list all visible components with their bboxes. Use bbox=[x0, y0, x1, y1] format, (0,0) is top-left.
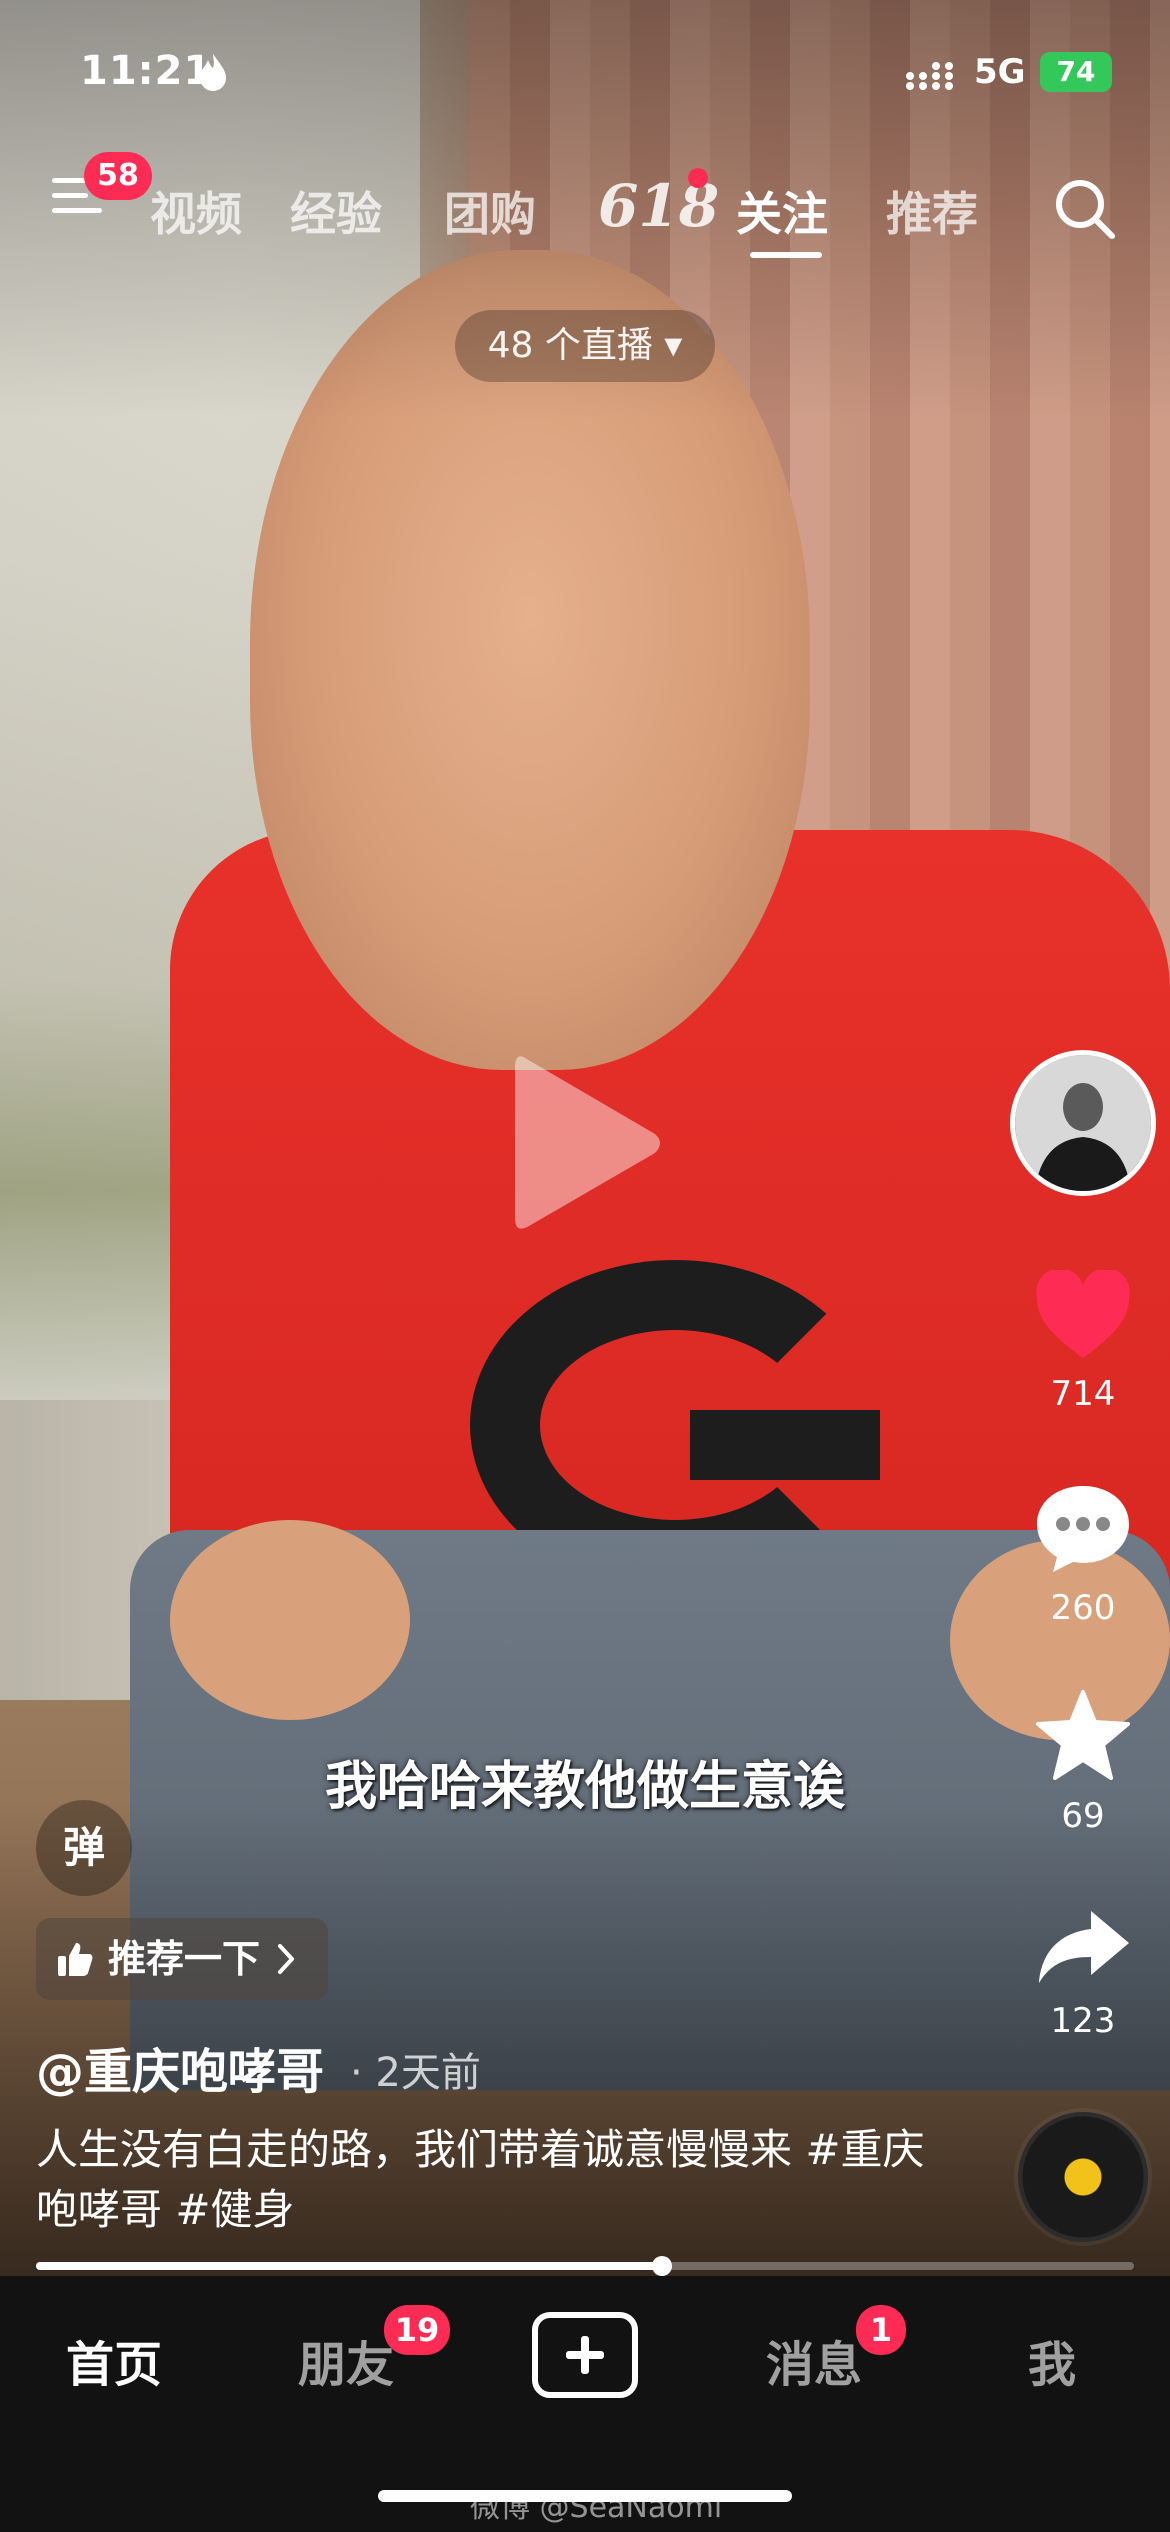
plus-icon bbox=[566, 2336, 604, 2374]
tab-group-buy[interactable]: 团购 bbox=[444, 178, 536, 244]
author-name[interactable]: @重庆咆哮哥 bbox=[36, 2032, 324, 2102]
tab-experience[interactable]: 经验 bbox=[290, 178, 382, 244]
live-streams-button[interactable]: 48 个直播 ▾ bbox=[455, 310, 715, 382]
danmaku-toggle[interactable]: 弹 bbox=[36, 1800, 132, 1896]
video-progress-bar[interactable] bbox=[36, 2256, 1134, 2276]
home-indicator bbox=[378, 2490, 792, 2502]
music-disc-icon[interactable] bbox=[1018, 2112, 1148, 2242]
like-button[interactable]: 714 bbox=[1010, 1268, 1156, 1414]
messages-badge: 1 bbox=[856, 2305, 906, 2355]
chevron-right-icon bbox=[278, 1944, 295, 1974]
comment-button[interactable]: 260 bbox=[1010, 1480, 1156, 1628]
recommend-button[interactable]: 推荐一下 bbox=[36, 1918, 329, 2000]
network-type: 5G bbox=[974, 52, 1026, 92]
thumbs-up-icon bbox=[58, 1943, 93, 1976]
create-button[interactable] bbox=[532, 2312, 638, 2398]
progress-fill bbox=[36, 2262, 662, 2270]
nav-messages[interactable]: 消息 bbox=[766, 2325, 862, 2395]
play-icon[interactable] bbox=[505, 1048, 665, 1238]
friends-badge: 19 bbox=[384, 2305, 450, 2355]
video-subtitle: 我哈哈来教他做生意诶 bbox=[324, 1757, 845, 1817]
tab-recommend[interactable]: 推荐 bbox=[886, 178, 978, 244]
status-bar: 11:21 5G 74 bbox=[0, 0, 1170, 140]
comment-count: 260 bbox=[1050, 1588, 1116, 1628]
share-icon bbox=[1039, 1911, 1129, 1983]
video-person-hand-left bbox=[170, 1520, 410, 1720]
comment-icon bbox=[1037, 1486, 1129, 1572]
active-tab-indicator bbox=[750, 252, 822, 258]
status-time: 11:21 bbox=[80, 48, 213, 94]
share-count: 123 bbox=[1050, 2001, 1116, 2041]
tab-following[interactable]: 关注 bbox=[736, 178, 828, 244]
author-avatar[interactable] bbox=[1010, 1050, 1156, 1196]
heart-icon bbox=[1036, 1268, 1130, 1358]
tab-video[interactable]: 视频 bbox=[150, 178, 242, 244]
nav-friends[interactable]: 朋友 bbox=[298, 2325, 394, 2395]
post-time: · 2天前 bbox=[350, 2050, 481, 2096]
flame-icon bbox=[196, 52, 230, 101]
like-count: 714 bbox=[1050, 1374, 1116, 1414]
post-description: 人生没有白走的路，我们带着诚意慢慢来 #重庆咆哮哥 #健身 bbox=[36, 2125, 925, 2234]
cellular-signal-icon bbox=[906, 62, 953, 90]
nav-home[interactable]: 首页 bbox=[66, 2325, 162, 2395]
menu-badge: 58 bbox=[84, 152, 152, 200]
promo-dot bbox=[688, 168, 708, 188]
share-button[interactable]: 123 bbox=[1010, 1905, 1156, 2041]
search-icon[interactable] bbox=[1050, 174, 1120, 244]
watermark: 微博 @SeaNaomi bbox=[470, 2490, 723, 2525]
nav-me[interactable]: 我 bbox=[1028, 2325, 1076, 2395]
battery-indicator: 74 bbox=[1040, 52, 1112, 92]
progress-knob[interactable] bbox=[651, 2256, 672, 2276]
recommend-label: 推荐一下 bbox=[108, 1937, 261, 1981]
shirt-logo-bar bbox=[690, 1410, 880, 1480]
